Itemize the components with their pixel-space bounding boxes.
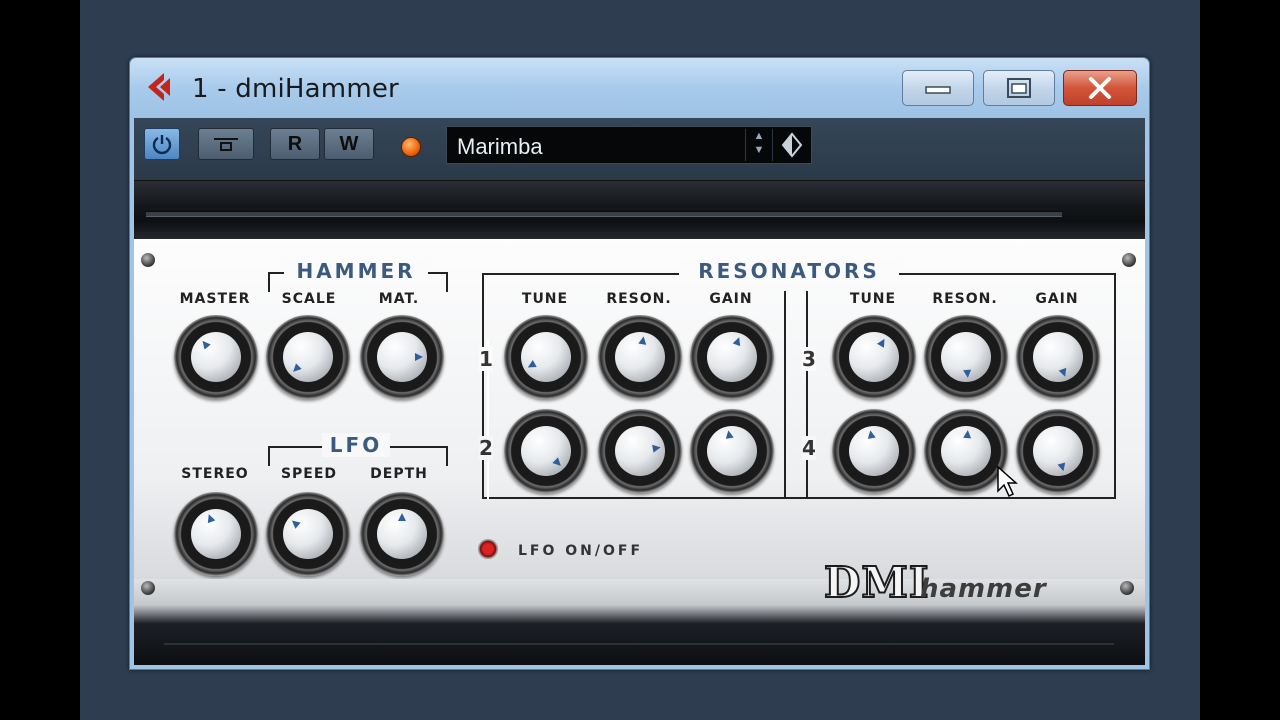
res4-gain-knob[interactable] [1016,409,1100,493]
res2-reson-knob[interactable] [598,409,682,493]
res1-reson-knob[interactable] [598,315,682,399]
stereo-label: STEREO [181,466,249,482]
res3-gain-knob[interactable] [1016,315,1100,399]
speed-label: SPEED [280,466,338,482]
res-gain-label-b: GAIN [1035,291,1079,307]
title-bar[interactable]: 1 - dmiHammer [130,58,1149,118]
res-tune-label-a: TUNE [521,291,569,307]
res3-reson-knob[interactable] [924,315,1008,399]
plugin-client-area: R W Marimba ▲ ▼ HAMMER MASTER SCALE MAT.… [134,118,1145,665]
letterbox-left [0,0,80,720]
resonator-row-1: 1 [479,347,493,371]
preset-name: Marimba [457,134,543,159]
maximize-button[interactable] [983,70,1055,106]
lfo-onoff-button[interactable] [478,539,498,559]
instrument-panel: HAMMER MASTER SCALE MAT. LFO STEREO SPEE… [134,239,1145,579]
res3-tune-knob[interactable] [832,315,916,399]
stereo-knob[interactable] [174,492,258,576]
mat-label: MAT. [378,291,420,307]
resonator-row-4: 4 [802,436,816,460]
window-title: 1 - dmiHammer [192,74,399,104]
scale-knob[interactable] [266,315,350,399]
res4-tune-knob[interactable] [832,409,916,493]
mat-knob[interactable] [360,315,444,399]
res1-gain-knob[interactable] [690,315,774,399]
maximize-icon [1007,78,1031,98]
power-button[interactable] [144,128,180,160]
res-tune-label-b: TUNE [849,291,897,307]
lfo-onoff-label: LFO ON/OFF [518,543,644,559]
preset-selector[interactable]: Marimba ▲ ▼ [446,126,812,164]
bypass-button[interactable] [198,128,254,160]
speed-knob[interactable] [266,492,350,576]
lfo-title: LFO [322,433,390,457]
depth-knob[interactable] [360,492,444,576]
preset-stepper[interactable]: ▲ ▼ [745,129,773,161]
resonator-row-3: 3 [802,347,816,371]
close-button[interactable] [1063,70,1137,106]
panel-screw [1120,581,1134,595]
hammer-title: HAMMER [284,259,428,283]
res-reson-label-a: RESON. [606,291,672,307]
minimize-button[interactable] [902,70,974,106]
panel-screw [141,581,155,595]
master-label: MASTER [179,291,251,307]
app-logo-icon [148,73,170,101]
power-icon [152,135,172,155]
cursor-icon [997,465,1018,498]
depth-label: DEPTH [370,466,428,482]
minimize-icon [925,86,951,94]
rack-header [134,181,1145,239]
resonator-divider [784,291,786,499]
res-reson-label-b: RESON. [932,291,998,307]
master-knob[interactable] [174,315,258,399]
res2-tune-knob[interactable] [504,409,588,493]
brand-name: hammer [920,574,1047,604]
activity-led [401,137,421,157]
resonator-row-2: 2 [479,436,493,460]
plugin-window: 1 - dmiHammer R W Marimba ▲ ▼ HAMMER MAS… [129,57,1150,670]
plugin-toolbar: R W Marimba ▲ ▼ [134,118,1145,181]
panel-screw [1122,253,1136,267]
scale-label: SCALE [281,291,337,307]
res-gain-label-a: GAIN [709,291,753,307]
bypass-icon [214,138,238,151]
preset-menu-icon[interactable] [781,132,803,158]
brand-logo: DMI [823,557,930,608]
res2-gain-knob[interactable] [690,409,774,493]
read-automation-button[interactable]: R [270,128,320,160]
resonator-divider [806,291,808,499]
close-icon [1089,77,1111,99]
rack-rail [146,211,1062,217]
panel-screw [141,253,155,267]
letterbox-right [1200,0,1280,720]
res1-tune-knob[interactable] [504,315,588,399]
write-automation-button[interactable]: W [324,128,374,160]
resonators-title: RESONATORS [679,259,899,283]
